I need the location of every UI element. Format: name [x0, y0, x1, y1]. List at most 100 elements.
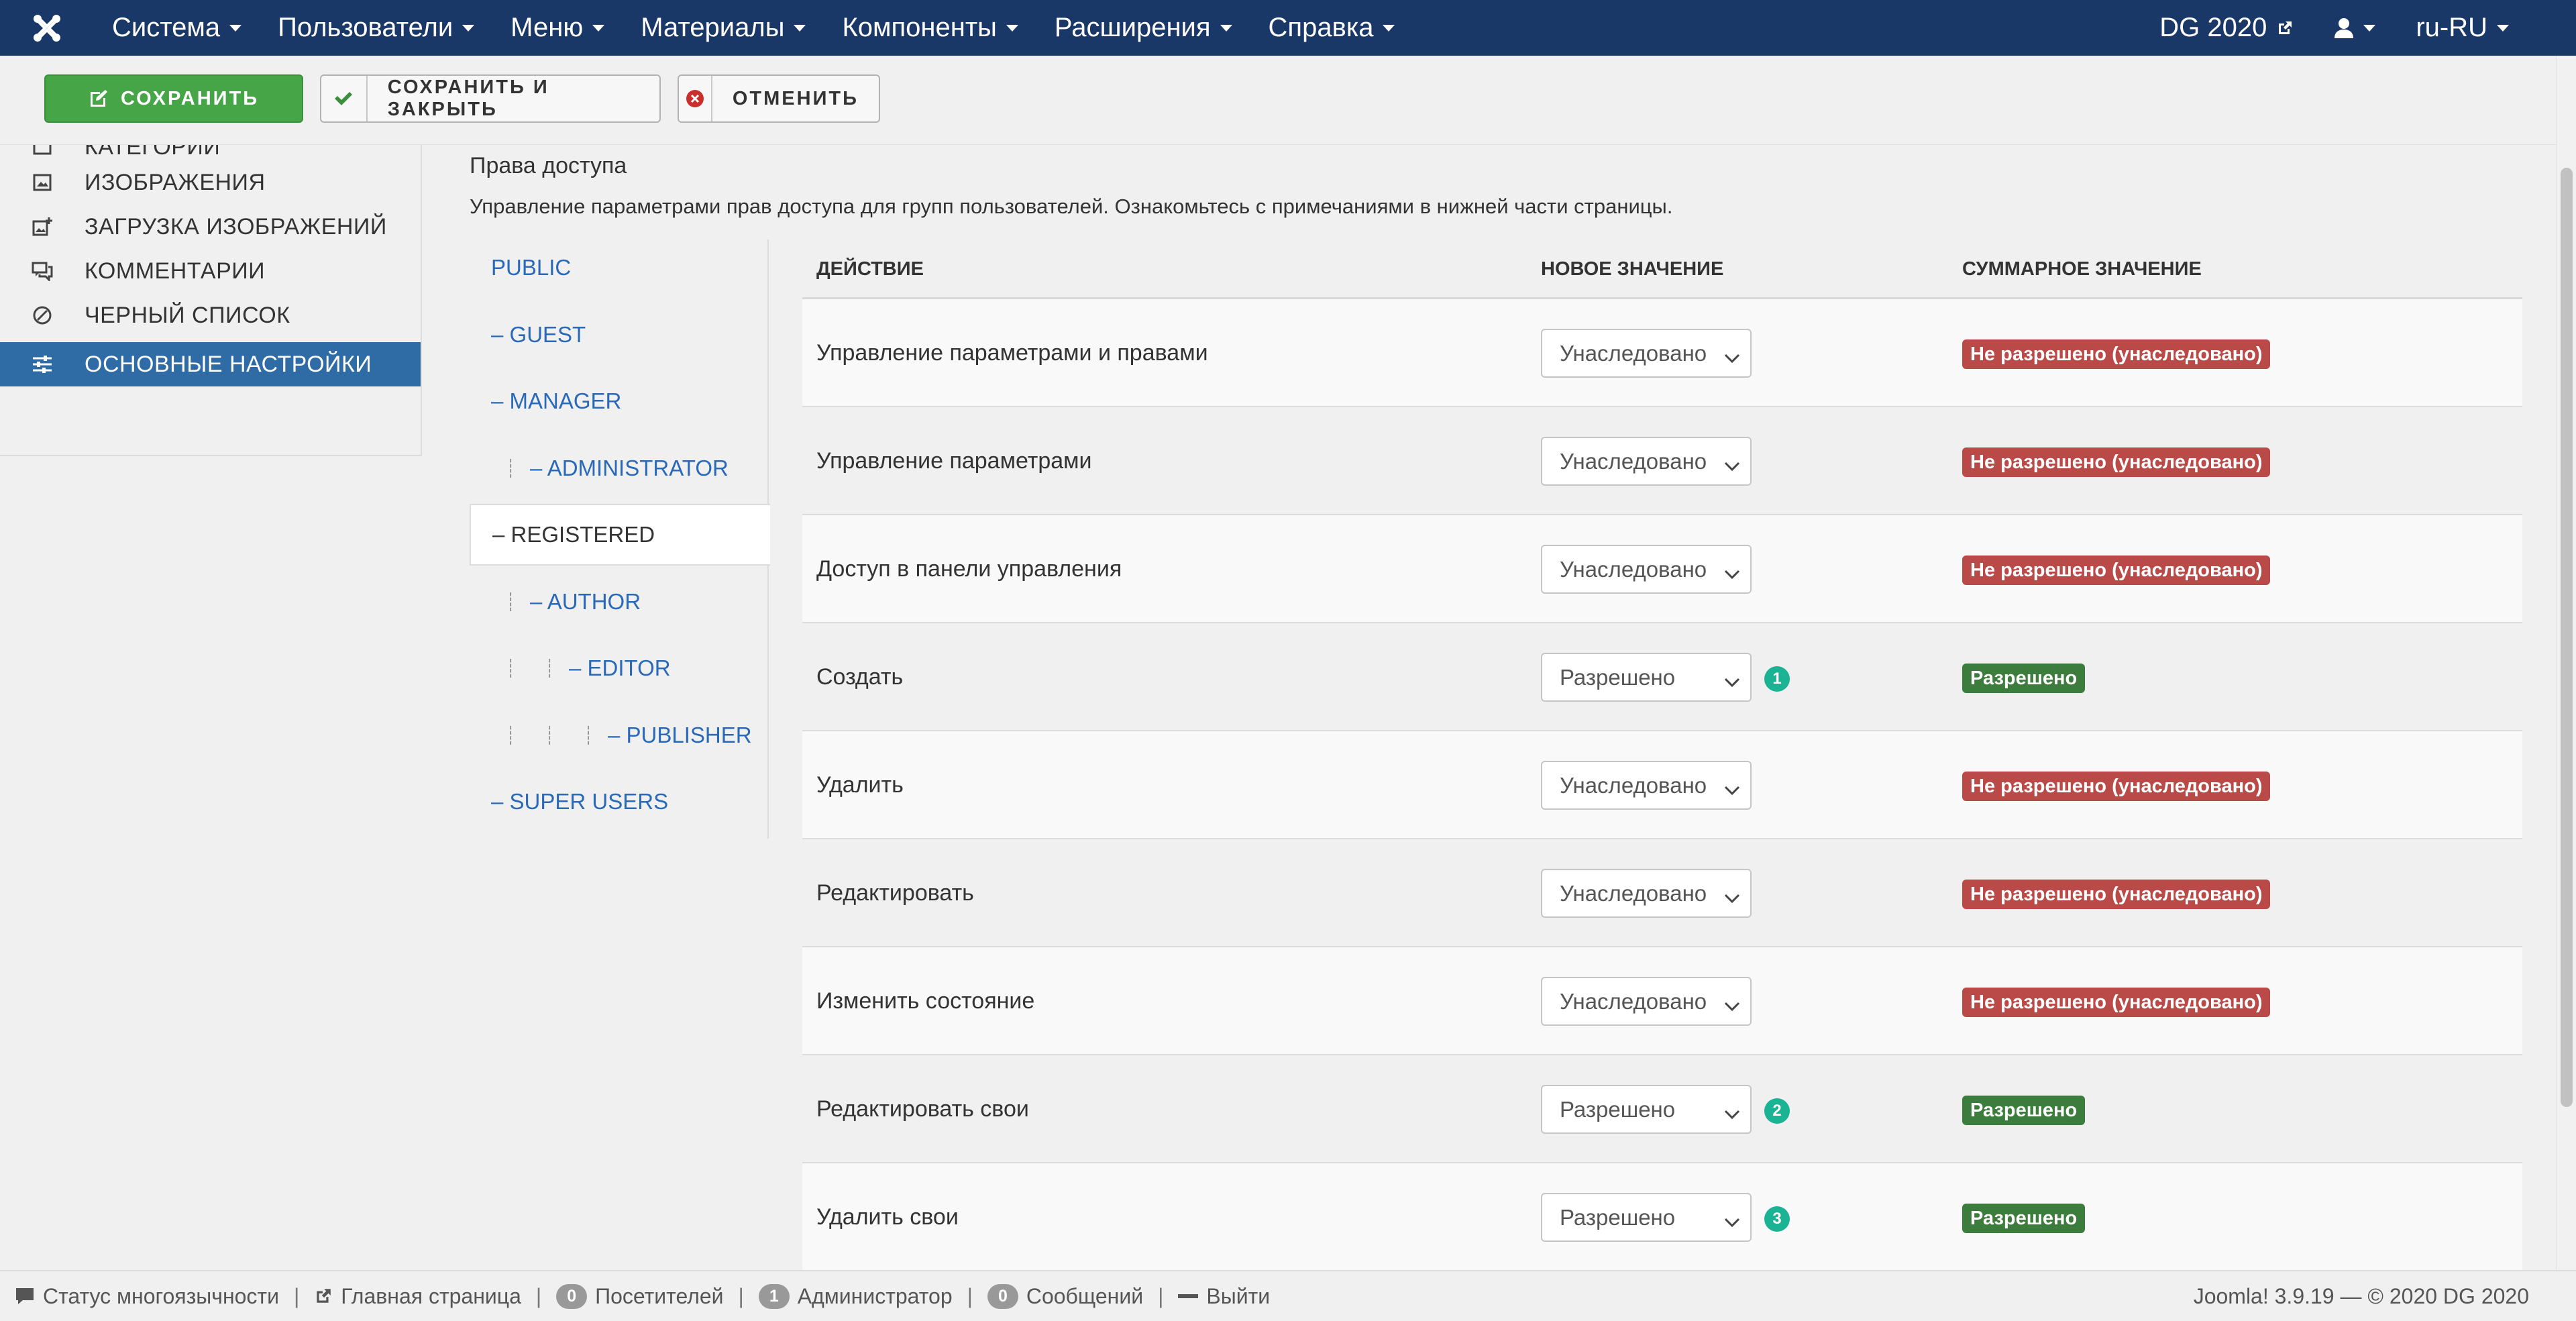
language-menu[interactable]: ru-RU: [2396, 13, 2529, 43]
group-label: – REGISTERED: [492, 522, 655, 547]
tree-guide: ┊: [505, 458, 516, 478]
scrollbar-thumb[interactable]: [2561, 168, 2573, 1107]
admins-label: Администратор: [797, 1283, 953, 1308]
options-icon: [0, 354, 85, 374]
multilang-status-link[interactable]: Статус многоязычности: [0, 1284, 294, 1309]
nav-menu-item[interactable]: Система: [94, 13, 260, 43]
divider: |: [1158, 1283, 1164, 1308]
top-navbar: Система Пользователи Меню Материалы Компонен…: [0, 0, 2576, 56]
note-badge: 3: [1764, 1206, 1790, 1232]
check-icon: [321, 76, 368, 121]
status-badge: Разрешено: [1962, 1096, 2086, 1125]
chevron-down-icon: [1723, 1210, 1741, 1236]
nav-menu-label: Меню: [511, 13, 584, 42]
chevron-down-icon: [2363, 24, 2376, 32]
permission-select[interactable]: Унаследовано: [1541, 977, 1752, 1026]
home-page-link[interactable]: Главная страница: [299, 1284, 536, 1309]
group-tab[interactable]: – SUPER USERS: [470, 771, 769, 833]
nav-menu-item[interactable]: Материалы: [623, 13, 824, 43]
group-tab[interactable]: PUBLIC: [470, 237, 769, 299]
save-button[interactable]: СОХРАНИТЬ: [44, 74, 303, 123]
user-menu[interactable]: [2314, 17, 2396, 39]
chevron-down-icon: [1006, 24, 1018, 32]
status-badge: Не разрешено (унаследовано): [1962, 447, 2271, 477]
status-badge: Разрешено: [1962, 1204, 2086, 1233]
group-label: – ADMINISTRATOR: [530, 456, 729, 480]
select-value: Унаследовано: [1560, 988, 1707, 1014]
table-header: ДЕЙСТВИЕ НОВОЕ ЗНАЧЕНИЕ СУММАРНОЕ ЗНАЧЕН…: [802, 240, 2522, 299]
save-close-button[interactable]: СОХРАНИТЬ И ЗАКРЫТЬ: [320, 74, 661, 123]
chevron-down-icon: [1723, 346, 1741, 372]
permission-select[interactable]: Разрешено: [1541, 1085, 1752, 1134]
tree-guide: ┊: [544, 657, 555, 678]
table-row: Редактировать свои Разрешено 2 Разрешено: [802, 1055, 2522, 1163]
section-title: Права доступа: [470, 153, 627, 178]
sidebar-item-image-upload[interactable]: ЗАГРУЗКА ИЗОБРАЖЕНИЙ: [0, 205, 421, 249]
nav-menu-item[interactable]: Пользователи: [260, 13, 492, 43]
status-badge: Разрешено: [1962, 664, 2086, 693]
select-value: Разрешено: [1560, 664, 1676, 690]
header-calculated: СУММАРНОЕ ЗНАЧЕНИЕ: [1962, 258, 2202, 280]
divider: |: [535, 1283, 542, 1308]
group-tab[interactable]: ┊ – ADMINISTRATOR: [470, 437, 769, 499]
sidebar-item-comments[interactable]: КОММЕНТАРИИ: [0, 249, 421, 293]
group-tab[interactable]: ┊ – AUTHOR: [470, 571, 769, 633]
group-tab[interactable]: ┊ ┊ ┊ – PUBLISHER: [470, 704, 769, 766]
permissions-table: ДЕЙСТВИЕ НОВОЕ ЗНАЧЕНИЕ СУММАРНОЕ ЗНАЧЕН…: [802, 240, 2522, 1271]
sidebar-item-label: ЧЕРНЫЙ СПИСОК: [85, 302, 290, 328]
version-info: Joomla! 3.9.19 — © 2020 DG 2020: [2193, 1283, 2529, 1308]
sidebar-item-options[interactable]: ОСНОВНЫЕ НАСТРОЙКИ: [0, 342, 421, 386]
group-tab[interactable]: ┊ ┊ – EDITOR: [470, 637, 769, 699]
tree-guide: ┊: [583, 725, 594, 745]
permission-select[interactable]: Унаследовано: [1541, 437, 1752, 486]
sidebar-item-label: ОСНОВНЫЕ НАСТРОЙКИ: [85, 351, 372, 377]
group-tab[interactable]: – GUEST: [470, 304, 769, 366]
site-link[interactable]: DG 2020: [2139, 13, 2314, 43]
status-badge: Не разрешено (унаследовано): [1962, 988, 2271, 1017]
group-label: PUBLIC: [491, 255, 572, 280]
select-value: Унаследовано: [1560, 880, 1707, 906]
nav-menu-label: Справка: [1268, 13, 1374, 42]
status-badge: Не разрешено (унаследовано): [1962, 556, 2271, 585]
nav-menu-item[interactable]: Справка: [1250, 13, 1413, 43]
admins-link[interactable]: 1 Администратор: [744, 1283, 967, 1309]
action-label: Удалить свои: [816, 1204, 959, 1230]
section-description: Управление параметрами прав доступа для …: [470, 195, 1673, 218]
nav-menu-item[interactable]: Компоненты: [824, 13, 1036, 43]
permission-select[interactable]: Унаследовано: [1541, 761, 1752, 810]
cancel-button[interactable]: ОТМЕНИТЬ: [678, 74, 880, 123]
permission-select[interactable]: Унаследовано: [1541, 545, 1752, 594]
permission-select[interactable]: Разрешено: [1541, 1193, 1752, 1242]
select-value: Унаследовано: [1560, 772, 1707, 798]
action-label: Доступ в панели управления: [816, 556, 1122, 582]
action-label: Редактировать свои: [816, 1096, 1029, 1122]
messages-link[interactable]: 0 Сообщений: [973, 1283, 1158, 1309]
sidebar-item-blacklist[interactable]: ЧЕРНЫЙ СПИСОК: [0, 293, 421, 337]
permission-select[interactable]: Разрешено: [1541, 653, 1752, 702]
sidebar-item-images[interactable]: ИЗОБРАЖЕНИЯ: [0, 160, 421, 205]
nav-menu-item[interactable]: Расширения: [1036, 13, 1250, 43]
joomla-logo[interactable]: [0, 0, 94, 56]
page-scrollbar[interactable]: [2556, 56, 2576, 1270]
select-value: Унаследовано: [1560, 448, 1707, 474]
logout-link[interactable]: Выйти: [1163, 1284, 1285, 1309]
tree-guide: ┊: [505, 725, 516, 745]
sidebar: КАТЕГОРИИ ИЗОБРАЖЕНИЯ ЗАГРУЗКА ИЗОБРАЖЕН…: [0, 145, 422, 456]
table-row: Удалить Унаследовано Не разрешено (унаслед…: [802, 731, 2522, 839]
action-label: Управление параметрами: [816, 448, 1092, 474]
table-row: Изменить состояние Унаследовано Не разреше…: [802, 947, 2522, 1055]
group-tab[interactable]: – REGISTERED: [470, 504, 770, 566]
visitors-link[interactable]: 0 Посетителей: [541, 1283, 738, 1309]
nav-menu-item[interactable]: Меню: [492, 13, 623, 43]
external-link-icon: [317, 1289, 331, 1303]
action-label: Изменить состояние: [816, 988, 1035, 1014]
action-label: Управление параметрами и правами: [816, 340, 1208, 366]
group-tab[interactable]: – MANAGER: [470, 370, 769, 432]
navbar-right: DG 2020 ru-RU: [2139, 0, 2529, 56]
home-label: Главная страница: [341, 1283, 521, 1308]
minus-icon: [1178, 1294, 1199, 1298]
permission-select[interactable]: Унаследовано: [1541, 329, 1752, 378]
action-label: Создать: [816, 664, 904, 690]
permission-select[interactable]: Унаследовано: [1541, 869, 1752, 918]
group-label: – MANAGER: [491, 388, 622, 413]
